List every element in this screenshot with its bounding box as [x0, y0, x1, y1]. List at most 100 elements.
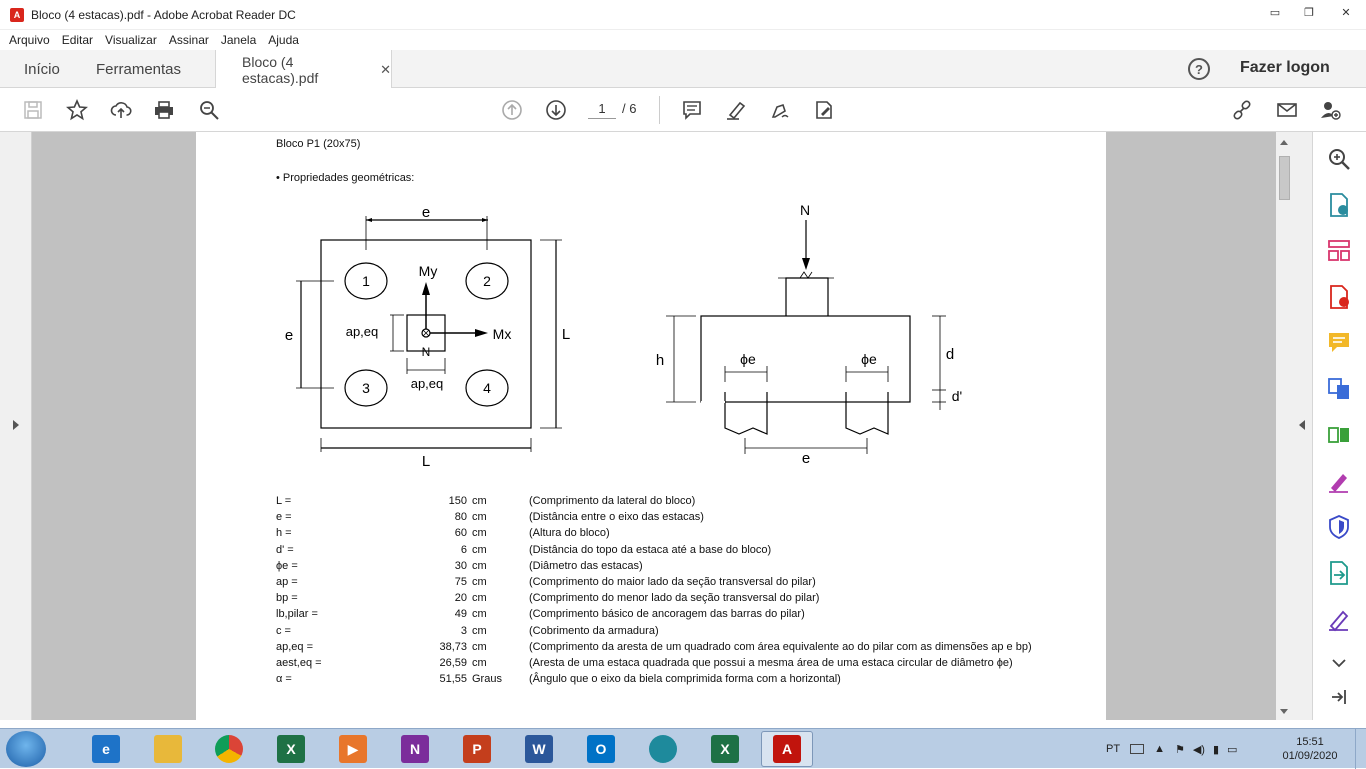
- maximize-button[interactable]: ❐: [1292, 0, 1326, 24]
- protect-icon[interactable]: [1326, 514, 1352, 540]
- create-pdf-icon[interactable]: [1326, 192, 1352, 218]
- block-section-outline: [700, 315, 911, 403]
- word-icon: W: [525, 735, 553, 763]
- email-icon[interactable]: [1275, 98, 1299, 122]
- taskbar-app-chrome[interactable]: [203, 731, 255, 767]
- start-button[interactable]: [6, 731, 46, 767]
- property-sym: lb,pilar =: [276, 608, 318, 621]
- fill-sign-icon[interactable]: [812, 98, 836, 122]
- property-sym: aest,eq =: [276, 657, 322, 669]
- taskbar-app-onenote[interactable]: N: [389, 731, 441, 767]
- taskbar-app-media[interactable]: ▶: [327, 731, 379, 767]
- tray-arrow-icon[interactable]: ▲: [1154, 743, 1165, 755]
- tab-document[interactable]: Bloco (4 estacas).pdf ✕: [215, 50, 392, 89]
- page-number-input[interactable]: 1: [588, 99, 616, 119]
- toolbar-separator: [659, 96, 660, 124]
- sign-icon[interactable]: [768, 98, 792, 122]
- taskbar-app-excel2[interactable]: X: [699, 731, 751, 767]
- property-unit: cm: [472, 592, 487, 605]
- pdf-page: Bloco P1 (20x75) • Propriedades geométri…: [196, 132, 1106, 720]
- label-phi-e-left: ϕe: [740, 351, 756, 367]
- taskbar-app-word[interactable]: W: [513, 731, 565, 767]
- comment-tool-icon[interactable]: [1326, 330, 1352, 356]
- volume-icon[interactable]: ◀): [1193, 743, 1205, 756]
- property-sym: α =: [276, 673, 292, 686]
- print-icon[interactable]: [152, 98, 176, 122]
- property-val: 6: [460, 543, 467, 556]
- menu-visualizar[interactable]: Visualizar: [105, 33, 157, 47]
- label-L-right: L: [562, 326, 570, 343]
- language-indicator[interactable]: PT: [1106, 743, 1120, 755]
- logon-button[interactable]: Fazer logon: [1240, 59, 1330, 77]
- add-user-icon[interactable]: [1318, 98, 1342, 122]
- property-sym: ap =: [276, 576, 298, 588]
- upload-icon[interactable]: [109, 98, 133, 122]
- star-icon[interactable]: [65, 98, 89, 122]
- tab-tools[interactable]: Ferramentas: [96, 50, 181, 88]
- save-icon[interactable]: [21, 98, 45, 122]
- label-phi-e-right: ϕe: [861, 351, 877, 367]
- scroll-thumb[interactable]: [1279, 156, 1290, 200]
- comment-icon[interactable]: [680, 98, 704, 122]
- right-pane-toggle[interactable]: [1293, 132, 1312, 720]
- scroll-up-arrow[interactable]: [1280, 140, 1288, 145]
- taskbar-app-powerpoint[interactable]: P: [451, 731, 503, 767]
- page-up-icon[interactable]: [500, 98, 524, 122]
- menu-janela[interactable]: Janela: [221, 33, 256, 47]
- fill-sign-tool-icon[interactable]: [1326, 468, 1352, 494]
- left-pane-toggle[interactable]: [0, 132, 32, 720]
- minimize-button[interactable]: ▭: [1258, 0, 1292, 24]
- menu-ajuda[interactable]: Ajuda: [268, 33, 299, 47]
- menu-editar[interactable]: Editar: [62, 33, 93, 47]
- menu-assinar[interactable]: Assinar: [169, 33, 209, 47]
- vertical-scrollbar[interactable]: [1276, 132, 1293, 720]
- taskbar-app-acrobat[interactable]: A: [761, 731, 813, 767]
- label-my: My: [419, 263, 438, 279]
- taskbar-app-edge[interactable]: [637, 731, 689, 767]
- keyboard-icon[interactable]: [1130, 744, 1145, 754]
- taskbar-app-excel[interactable]: X: [265, 731, 317, 767]
- taskbar-app-explorer[interactable]: [142, 731, 194, 767]
- taskbar-app-outlook[interactable]: O: [575, 731, 627, 767]
- battery-icon[interactable]: ▭: [1227, 743, 1237, 756]
- label-n-section: N: [800, 202, 810, 218]
- menu-bar: Arquivo Editar Visualizar Assinar Janela…: [0, 30, 1366, 50]
- acrobat-icon: A: [773, 735, 801, 763]
- close-tab-icon[interactable]: ✕: [380, 62, 391, 78]
- certificates-icon[interactable]: [1326, 606, 1352, 632]
- property-desc: (Distância do topo da estaca até a base …: [529, 543, 772, 556]
- zoom-search-icon[interactable]: [197, 98, 221, 122]
- property-sym: c =: [276, 624, 291, 637]
- taskbar-app-ie[interactable]: e: [80, 731, 132, 767]
- collapse-pane-icon[interactable]: [1326, 684, 1352, 710]
- organize-pages-icon[interactable]: [1326, 238, 1352, 264]
- property-val: 26,59: [439, 657, 467, 669]
- scroll-down-arrow[interactable]: [1280, 709, 1288, 714]
- menu-arquivo[interactable]: Arquivo: [9, 33, 50, 47]
- page-down-icon[interactable]: [544, 98, 568, 122]
- share-link-icon[interactable]: [1230, 98, 1254, 122]
- property-val: 51,55: [439, 673, 467, 686]
- property-val: 3: [460, 624, 467, 637]
- tab-home[interactable]: Início: [24, 50, 60, 88]
- clock-time: 15:51: [1296, 736, 1324, 748]
- more-tools-chevron-icon[interactable]: [1326, 650, 1352, 676]
- help-icon[interactable]: ?: [1188, 58, 1210, 80]
- network-icon[interactable]: ▮: [1213, 743, 1219, 756]
- close-button[interactable]: ✕: [1326, 0, 1366, 24]
- property-unit: Graus: [472, 673, 502, 686]
- compare-icon[interactable]: [1326, 422, 1352, 448]
- send-for-review-icon[interactable]: [1326, 560, 1352, 586]
- export-pdf-icon[interactable]: [1326, 284, 1352, 310]
- label-pile-2: 2: [483, 273, 491, 289]
- combine-files-icon[interactable]: [1326, 376, 1352, 402]
- property-sym: e =: [276, 511, 292, 524]
- clock[interactable]: 15:51 01/09/2020: [1275, 735, 1345, 763]
- zoom-icon[interactable]: [1326, 146, 1352, 172]
- property-val: 75: [454, 576, 467, 588]
- property-desc: (Comprimento da aresta de um quadrado co…: [529, 640, 1032, 653]
- highlight-icon[interactable]: [724, 98, 748, 122]
- flag-icon[interactable]: ⚑: [1175, 743, 1185, 756]
- show-desktop-button[interactable]: [1355, 729, 1366, 769]
- system-tray: PT ▲ ⚑ ◀) ▮ ▭: [1090, 729, 1237, 769]
